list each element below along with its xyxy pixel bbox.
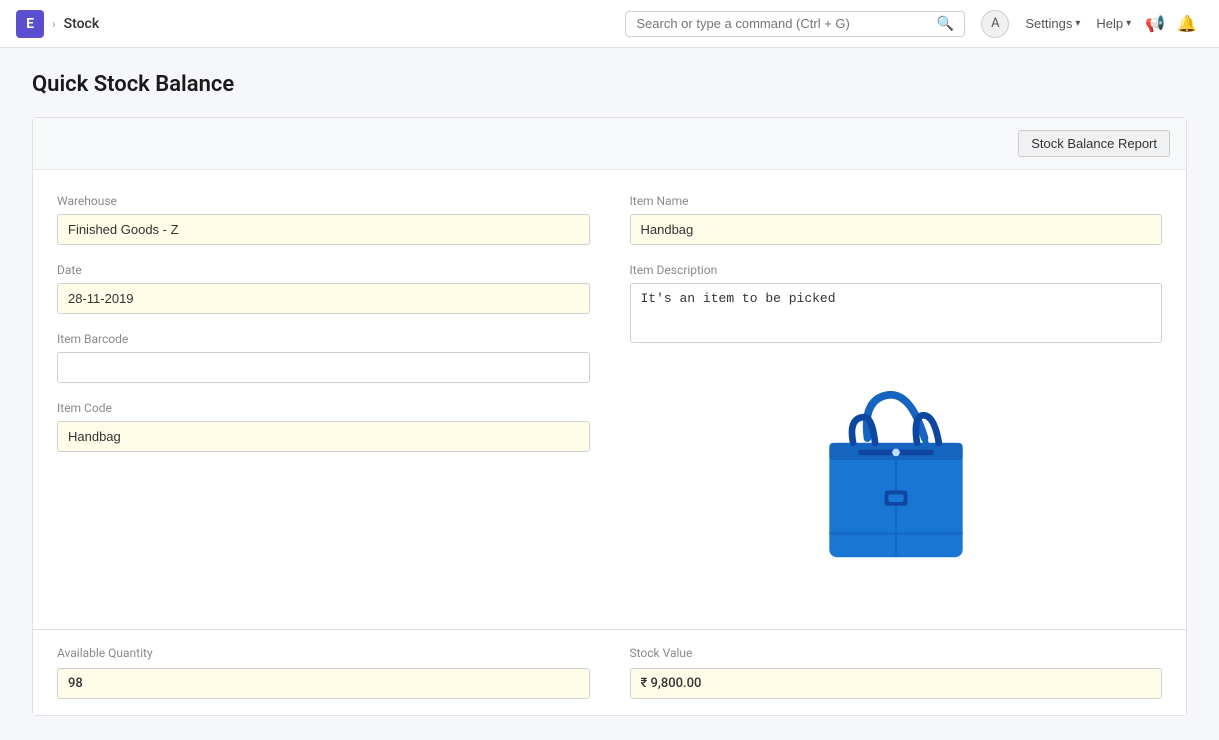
form-grid: Warehouse Date Item Barcode Item Code — [57, 194, 1162, 597]
item-name-group: Item Name — [630, 194, 1163, 245]
settings-button[interactable]: Settings ▾ — [1017, 12, 1088, 35]
card-body: Warehouse Date Item Barcode Item Code — [33, 170, 1186, 629]
item-barcode-input[interactable] — [57, 352, 590, 383]
card-footer: Available Quantity 98 Stock Value ₹ 9,80… — [33, 629, 1186, 715]
stock-value-value: ₹ 9,800.00 — [630, 668, 1163, 699]
search-icon: 🔍 — [937, 16, 954, 32]
help-caret: ▾ — [1126, 18, 1131, 29]
help-button[interactable]: Help ▾ — [1088, 12, 1139, 35]
form-left-column: Warehouse Date Item Barcode Item Code — [57, 194, 590, 597]
topnav: E › Stock 🔍 A Settings ▾ Help ▾ 📢 🔔 — [0, 0, 1219, 48]
item-description-label: Item Description — [630, 263, 1163, 277]
app-logo[interactable]: E — [16, 10, 44, 38]
warehouse-group: Warehouse — [57, 194, 590, 245]
available-qty-section: Available Quantity 98 — [57, 646, 590, 699]
settings-caret: ▾ — [1075, 18, 1080, 29]
stock-balance-report-button[interactable]: Stock Balance Report — [1018, 130, 1170, 157]
item-code-input[interactable] — [57, 421, 590, 452]
item-description-group: Item Description It's an item to be pick… — [630, 263, 1163, 347]
stock-value-label: Stock Value — [630, 646, 1163, 660]
item-name-input[interactable] — [630, 214, 1163, 245]
warehouse-label: Warehouse — [57, 194, 590, 208]
item-code-label: Item Code — [57, 401, 590, 415]
date-label: Date — [57, 263, 590, 277]
item-barcode-group: Item Barcode — [57, 332, 590, 383]
date-group: Date — [57, 263, 590, 314]
breadcrumb-stock[interactable]: Stock — [64, 16, 100, 32]
card-header: Stock Balance Report — [33, 118, 1186, 170]
item-image-container — [630, 365, 1163, 597]
search-input[interactable] — [636, 16, 933, 31]
main-card: Stock Balance Report Warehouse Date Ite — [32, 117, 1187, 716]
item-image — [806, 381, 986, 581]
item-barcode-label: Item Barcode — [57, 332, 590, 346]
available-qty-value: 98 — [57, 668, 590, 699]
form-right-column: Item Name Item Description It's an item … — [630, 194, 1163, 597]
available-qty-label: Available Quantity — [57, 646, 590, 660]
search-bar[interactable]: 🔍 — [625, 11, 965, 37]
warehouse-input[interactable] — [57, 214, 590, 245]
feedback-button[interactable]: 📢 — [1139, 10, 1171, 38]
breadcrumb-chevron: › — [52, 17, 56, 31]
stock-value-section: Stock Value ₹ 9,800.00 — [630, 646, 1163, 699]
date-input[interactable] — [57, 283, 590, 314]
item-name-label: Item Name — [630, 194, 1163, 208]
notifications-button[interactable]: 🔔 — [1171, 10, 1203, 38]
page-content: Quick Stock Balance Stock Balance Report… — [0, 48, 1219, 740]
item-description-input[interactable]: It's an item to be picked — [630, 283, 1163, 343]
page-title: Quick Stock Balance — [32, 72, 1187, 97]
item-code-group: Item Code — [57, 401, 590, 452]
avatar[interactable]: A — [981, 10, 1009, 38]
